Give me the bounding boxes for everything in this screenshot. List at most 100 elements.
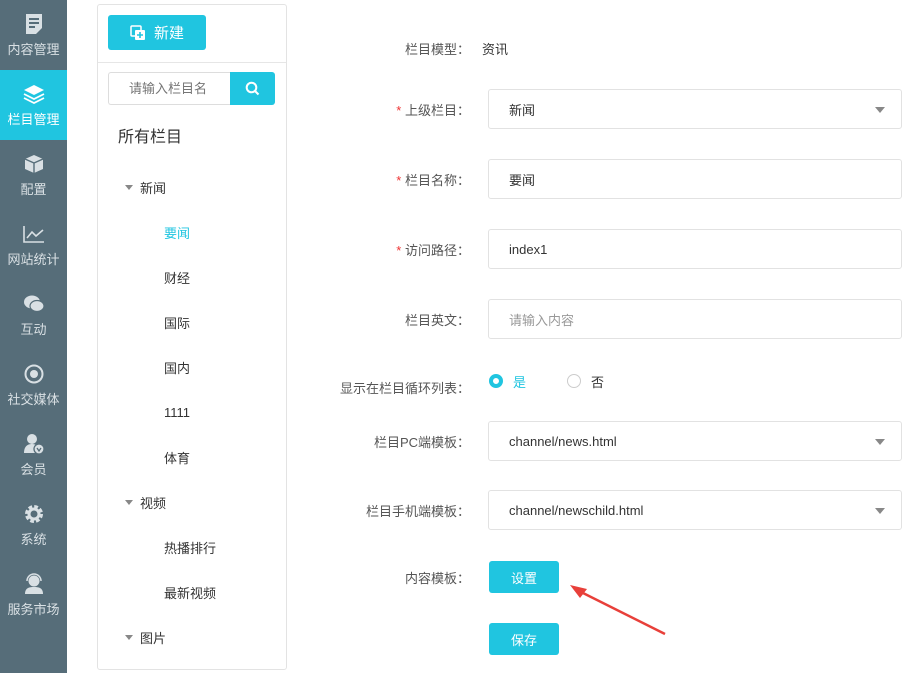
nav-item-6[interactable]: 会员 <box>0 420 67 490</box>
main-nav: 内容管理栏目管理 配置网站统计互动社交媒体会员系统服务市场 <box>0 0 67 673</box>
tree-node-label: 财经 <box>164 271 191 286</box>
search-button[interactable] <box>230 72 275 105</box>
row-mobile-template: 栏目手机端模板： channel/newschild.html <box>300 490 902 530</box>
row-model: 栏目模型： 资讯 <box>300 37 508 59</box>
nav-label: 服务市场 <box>7 601 60 617</box>
required-mark: * <box>396 242 402 258</box>
save-button[interactable]: 保存 <box>489 623 559 655</box>
search-icon <box>245 81 260 96</box>
member-icon <box>23 433 45 455</box>
tree-node[interactable]: 财经 <box>98 255 286 300</box>
name-input[interactable]: 要闻 <box>488 159 902 199</box>
nav-item-0[interactable]: 内容管理 <box>0 0 67 70</box>
no-label: 否 <box>591 374 605 390</box>
caret-down-icon <box>875 439 885 445</box>
nav-item-5[interactable]: 社交媒体 <box>0 350 67 420</box>
divider <box>98 62 286 63</box>
show-label: 显示在栏目循环列表： <box>339 380 470 396</box>
mobile-template-label: 栏目手机端模板： <box>365 503 470 519</box>
path-input[interactable]: index1 <box>488 229 902 269</box>
tree-node[interactable]: 视频 <box>98 480 286 525</box>
yes-label: 是 <box>513 374 527 390</box>
radio-no[interactable]: 否 <box>567 372 604 391</box>
tree-node-label: 国内 <box>164 361 191 376</box>
nav-label: 内容管理 <box>7 41 60 57</box>
tree-node-label: 1111 <box>164 405 191 420</box>
annotation-arrow-icon <box>570 585 666 636</box>
caret-down-icon[interactable] <box>125 185 133 190</box>
row-show: 显示在栏目循环列表： 是 否 <box>300 372 604 396</box>
required-mark: * <box>396 102 402 118</box>
chat-icon <box>23 293 45 315</box>
nav-item-1[interactable]: 栏目管理 <box>0 70 67 140</box>
all-categories-label[interactable]: 所有栏目 <box>118 123 182 147</box>
tree-node[interactable]: 新闻 <box>98 165 286 210</box>
name-label: 栏目名称： <box>404 172 470 188</box>
nav-item-7[interactable]: 系统 <box>0 490 67 560</box>
tree-node[interactable]: 国内 <box>98 345 286 390</box>
row-save: 保存 <box>300 623 559 655</box>
nav-label: 会员 <box>20 461 47 477</box>
english-label: 栏目英文： <box>404 312 470 328</box>
box-icon <box>23 153 45 175</box>
parent-select[interactable]: 新闻 <box>488 89 902 129</box>
tree-node-label: 图片 <box>140 631 167 646</box>
category-panel: 新建 所有栏目 新闻要闻财经国际国内 1111 体育视频热播排行最新视频图片 <box>97 4 287 670</box>
nav-label: 互动 <box>20 321 47 337</box>
tree-node[interactable]: 1111 <box>98 390 286 435</box>
caret-down-icon <box>875 107 885 113</box>
radio-unchecked-icon <box>567 374 582 388</box>
path-label: 访问路径： <box>404 242 470 258</box>
row-content-template: 内容模板： 设置 <box>300 561 559 593</box>
new-category-button[interactable]: 新建 <box>108 15 206 50</box>
tree-node-label: 体育 <box>164 451 191 466</box>
gear-icon <box>23 503 45 525</box>
model-value: 资讯 <box>482 41 509 57</box>
radio-yes[interactable]: 是 <box>489 372 526 391</box>
set-button[interactable]: 设置 <box>489 561 559 593</box>
tree-node[interactable]: 要闻 <box>98 210 286 255</box>
nav-item-2[interactable]: 配置 <box>0 140 67 210</box>
tree-node[interactable]: 国际 <box>98 300 286 345</box>
pc-template-label: 栏目PC端模板： <box>373 434 470 450</box>
tree-node-label: 最新视频 <box>164 586 217 601</box>
row-english: 栏目英文： 请输入内容 <box>300 299 902 339</box>
social-icon <box>23 363 45 385</box>
document-icon <box>23 13 45 35</box>
english-input[interactable]: 请输入内容 <box>488 299 902 339</box>
nav-item-4[interactable]: 互动 <box>0 280 67 350</box>
caret-down-icon[interactable] <box>125 500 133 505</box>
layers-icon <box>23 83 45 105</box>
tree-node[interactable]: 最新视频 <box>98 570 286 615</box>
caret-down-icon <box>875 508 885 514</box>
tree-node-label: 视频 <box>140 496 167 511</box>
category-search <box>108 72 275 105</box>
mobile-template-value: channel/newschild.html <box>509 502 644 518</box>
tree-node[interactable]: 图片 <box>98 615 286 660</box>
nav-item-3[interactable]: 网站统计 <box>0 210 67 280</box>
required-mark: * <box>396 172 402 188</box>
parent-label: 上级栏目： <box>404 102 470 118</box>
support-icon <box>23 572 45 595</box>
pc-template-value: channel/news.html <box>509 433 617 449</box>
row-parent: * 上级栏目： 新闻 <box>300 89 902 129</box>
row-name: * 栏目名称： 要闻 <box>300 159 902 199</box>
nav-item-8[interactable]: 服务市场 <box>0 560 67 630</box>
new-label: 新建 <box>153 25 184 42</box>
row-path: * 访问路径： index1 <box>300 229 902 269</box>
radio-checked-icon <box>489 374 503 388</box>
row-pc-template: 栏目PC端模板： channel/news.html <box>300 421 902 461</box>
caret-down-icon[interactable] <box>125 635 133 640</box>
category-search-input[interactable] <box>108 72 230 105</box>
pc-template-select[interactable]: channel/news.html <box>488 421 902 461</box>
tree-node-label: 热播排行 <box>164 541 217 556</box>
tree-node[interactable]: 体育 <box>98 435 286 480</box>
tree-node[interactable]: 热播排行 <box>98 525 286 570</box>
category-tree: 新闻要闻财经国际国内 1111 体育视频热播排行最新视频图片 <box>98 165 286 660</box>
content-template-label: 内容模板： <box>404 570 470 586</box>
nav-label: 社交媒体 <box>7 391 60 407</box>
nav-label: 网站统计 <box>7 251 60 267</box>
mobile-template-select[interactable]: channel/newschild.html <box>488 490 902 530</box>
tree-node-label: 要闻 <box>164 226 191 241</box>
add-icon <box>130 24 145 40</box>
